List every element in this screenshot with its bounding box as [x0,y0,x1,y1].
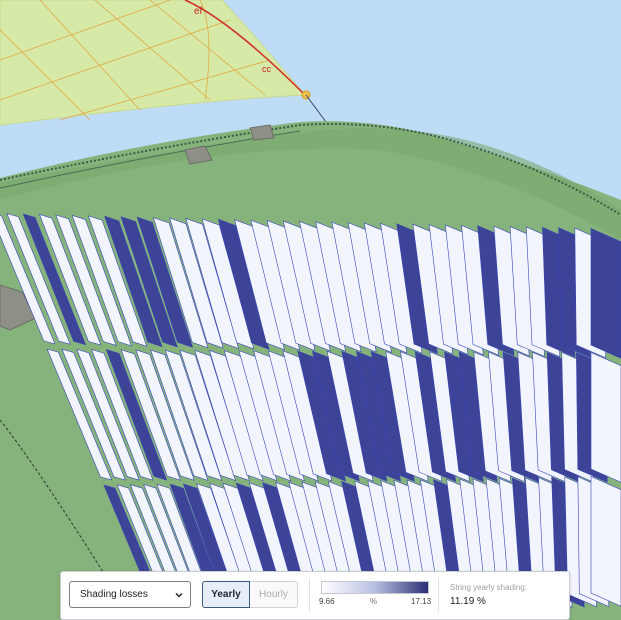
shading-color-legend [321,581,429,594]
legend-max-value: 17.13 [411,597,432,606]
metric-select[interactable]: Shading losses [69,581,191,608]
chevron-down-icon [175,592,183,598]
string-shading-value: 11.19 % [450,596,486,607]
divider [309,578,310,612]
compass-label-cc: cc [262,64,272,74]
pv-3d-viewport[interactable]: ef cc [0,0,621,620]
inverter-station [249,124,275,141]
yearly-toggle-button[interactable]: Yearly [202,581,250,608]
hourly-toggle-button[interactable]: Hourly [250,581,298,608]
legend-unit: % [370,597,378,606]
compass-label-ef: ef [194,6,203,17]
analysis-toolbar: Shading losses Yearly Hourly 9.66 % 17.1… [60,571,570,620]
pv-table[interactable] [590,352,621,483]
pv-table[interactable] [590,476,621,607]
divider [438,578,439,612]
legend-min-value: 9.66 [319,597,335,606]
string-shading-label: String yearly shading: [450,583,527,592]
metric-select-value: Shading losses [80,589,148,600]
pv-table[interactable] [590,228,621,359]
